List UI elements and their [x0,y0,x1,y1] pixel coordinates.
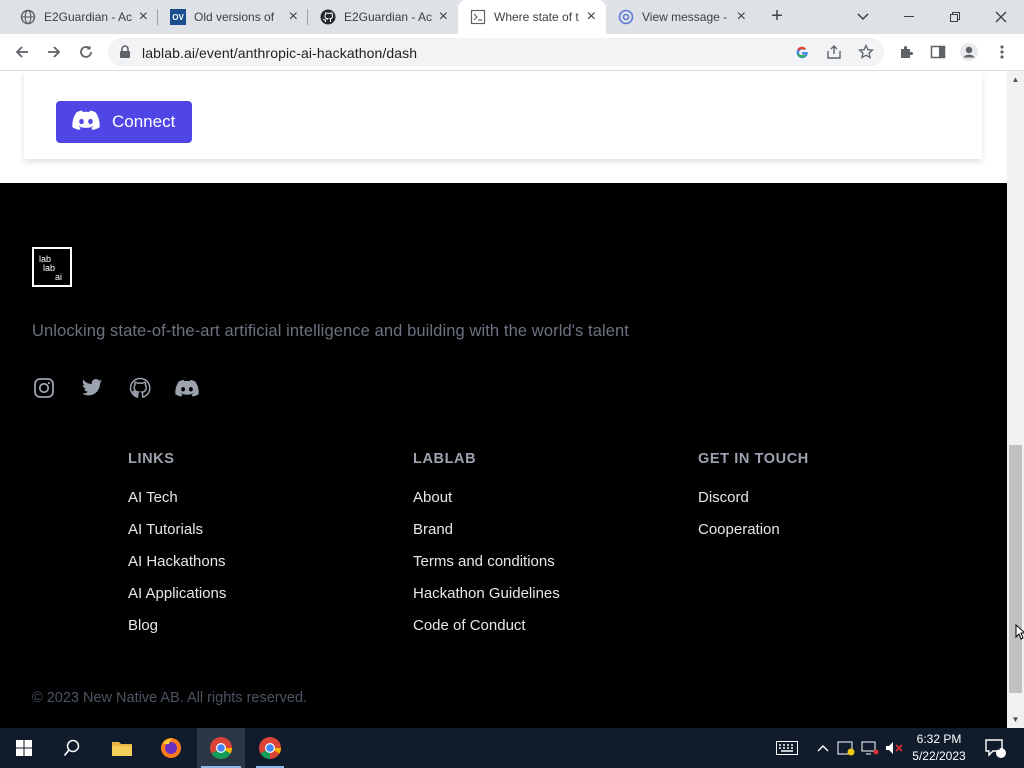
google-icon[interactable] [794,44,810,60]
discord-connect-button[interactable]: Connect [56,101,192,143]
footer-link[interactable]: AI Hackathons [128,553,226,585]
connect-label: Connect [112,112,176,131]
system-clock[interactable]: 6:32 PM 5/22/2023 [904,731,974,765]
browser-tab[interactable]: View message - × [606,0,756,34]
footer-link[interactable]: Terms and conditions [413,553,560,585]
footer-column-contact: GET IN TOUCH Discord Cooperation [698,451,809,553]
clock-date: 5/22/2023 [912,749,966,763]
volume-muted-icon[interactable] [884,728,904,768]
footer-link[interactable]: Blog [128,617,226,649]
chrome-icon[interactable] [197,728,245,768]
minimize-icon[interactable] [886,0,932,34]
lablab-logo[interactable]: lab lab ai [32,247,72,287]
footer-link[interactable]: AI Applications [128,585,226,617]
search-icon[interactable] [48,728,96,768]
footer-link[interactable]: About [413,489,560,521]
footer-link[interactable]: Hackathon Guidelines [413,585,560,617]
scroll-down-arrow-icon[interactable]: ▼ [1007,711,1024,728]
tab-title: View message - [642,10,728,24]
scroll-up-arrow-icon[interactable]: ▲ [1007,71,1024,88]
instagram-icon[interactable] [32,376,56,400]
reload-icon[interactable] [74,40,98,64]
mouse-cursor-icon [1015,623,1024,645]
web-page: Connect lab lab ai Unlocking state-of-th… [0,71,1007,728]
profile-icon[interactable] [959,42,979,62]
extensions-icon[interactable] [896,42,916,62]
security-warning-icon[interactable] [836,728,856,768]
notification-count: 3 [995,742,1001,752]
share-icon[interactable] [826,44,842,60]
keyboard-icon[interactable] [774,728,800,768]
github-icon[interactable] [128,376,152,400]
notifications-icon[interactable]: 3 [980,728,1010,768]
column-heading: GET IN TOUCH [698,451,809,467]
at-icon [618,9,634,25]
footer-link[interactable]: Brand [413,521,560,553]
copyright-text: © 2023 New Native AB. All rights reserve… [32,690,308,706]
page-icon [470,9,486,25]
tab-title: Where state of t [494,10,579,24]
close-icon[interactable]: × [139,9,148,25]
github-icon [320,9,336,25]
discord-card: Connect [24,71,982,159]
network-icon[interactable] [860,728,880,768]
menu-icon[interactable] [992,42,1012,62]
browser-tab[interactable]: E2Guardian - Ac × [8,0,158,34]
windows-start-icon[interactable] [0,728,48,768]
tray-chevron-up-icon[interactable] [814,728,832,768]
logo-line: ai [55,272,63,282]
bookmark-star-icon[interactable] [858,44,874,60]
discord-icon[interactable] [175,376,199,400]
new-tab-button[interactable]: + [766,6,788,28]
close-icon[interactable]: × [737,9,746,25]
side-panel-icon[interactable] [928,42,948,62]
twitter-icon[interactable] [80,376,104,400]
forward-icon[interactable] [42,40,66,64]
column-heading: LINKS [128,451,175,467]
chrome-alt-icon[interactable] [246,728,294,768]
lock-icon[interactable] [119,45,131,64]
tab-title: E2Guardian - Ac [344,10,432,24]
browser-tab[interactable]: E2Guardian - Ac × [308,0,458,34]
back-icon[interactable] [10,40,34,64]
discord-icon [72,110,100,135]
footer-tagline: Unlocking state-of-the-art artificial in… [32,322,629,340]
footer-link[interactable]: AI Tech [128,489,226,521]
site-footer: lab lab ai Unlocking state-of-the-art ar… [0,183,1007,728]
tab-search-icon[interactable] [840,0,886,34]
address-bar[interactable]: lablab.ai/event/anthropic-ai-hackathon/d… [108,38,884,66]
tab-strip: E2Guardian - Ac × OV Old versions of × E… [0,0,1024,34]
close-icon[interactable]: × [587,9,596,25]
close-window-icon[interactable] [978,0,1024,34]
footer-link[interactable]: Cooperation [698,521,809,553]
dashboard-section: Connect [0,71,1007,183]
tab-title: E2Guardian - Ac [44,10,132,24]
footer-column-links: LINKS AI Tech AI Tutorials AI Hackathons… [128,451,226,649]
clock-time: 6:32 PM [916,732,962,746]
browser-toolbar: lablab.ai/event/anthropic-ai-hackathon/d… [0,34,1024,71]
footer-link[interactable]: Code of Conduct [413,617,560,649]
footer-link[interactable]: Discord [698,489,809,521]
column-heading: LABLAB [413,451,477,467]
windows-taskbar: 6:32 PM 5/22/2023 3 [0,728,1024,768]
footer-column-lablab: LABLAB About Brand Terms and conditions … [413,451,560,649]
oldversion-icon: OV [170,9,186,25]
tab-title: Old versions of [194,10,275,24]
globe-icon [20,9,36,25]
url-text: lablab.ai/event/anthropic-ai-hackathon/d… [142,45,418,61]
close-icon[interactable]: × [289,9,298,25]
file-explorer-icon[interactable] [98,728,146,768]
close-icon[interactable]: × [439,9,448,25]
browser-tab-active[interactable]: Where state of t × [458,0,606,34]
scrollbar-thumb[interactable] [1009,445,1022,693]
footer-link[interactable]: AI Tutorials [128,521,226,553]
restore-icon[interactable] [932,0,978,34]
browser-tab[interactable]: OV Old versions of × [158,0,308,34]
firefox-icon[interactable] [147,728,195,768]
